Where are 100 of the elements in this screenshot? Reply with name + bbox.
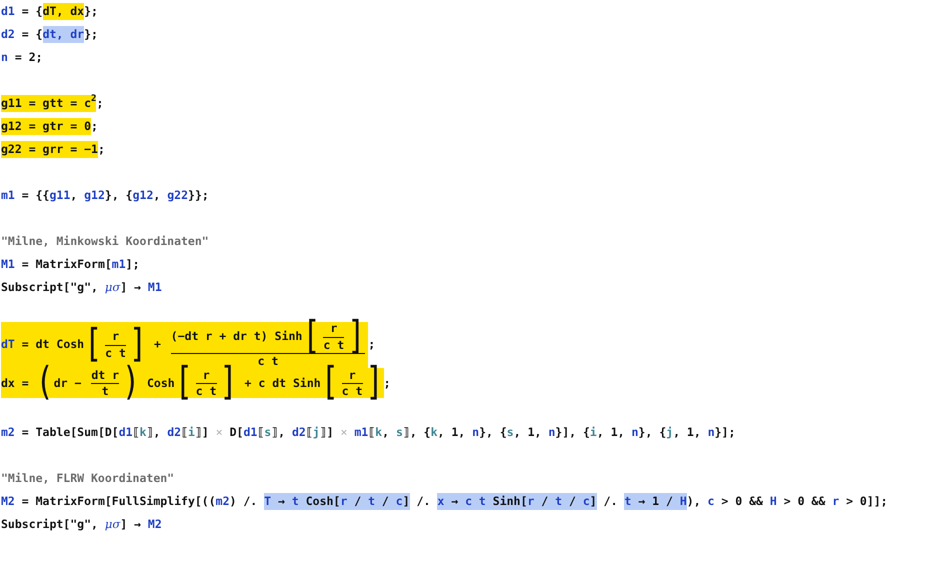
code-token: j [312, 424, 320, 442]
code-token: ) /. [230, 493, 258, 510]
code-token: = { [20, 26, 43, 43]
code-token: M2 [148, 516, 162, 534]
code-token: Cosh [146, 374, 175, 392]
code-token: d2 [167, 424, 182, 442]
code-token: r [832, 493, 840, 510]
code-token: = 2; [14, 48, 43, 66]
code-token: t [555, 493, 562, 510]
code-token: ⟧] [194, 424, 210, 442]
code-token: }; [84, 26, 98, 43]
code-token: = dt Cosh [20, 336, 84, 354]
code-token: > 0]]; [845, 493, 888, 510]
code-token: ] [402, 493, 410, 510]
bracket: ] [128, 326, 148, 365]
code-token: × [216, 424, 223, 442]
code-token: H [770, 493, 777, 510]
code-token: c [708, 493, 714, 510]
code-token: ; [96, 94, 104, 112]
code-token: d2 [1, 26, 15, 43]
code-token: → [450, 493, 460, 510]
code-token: = Table[Sum[D[ [20, 424, 119, 442]
code-token: c t [465, 493, 486, 510]
code-token: D[ [228, 424, 244, 442]
code-token: / [568, 493, 577, 510]
code-token: x [437, 493, 444, 510]
code-token: }; [84, 2, 98, 20]
code-token: c t [258, 355, 278, 368]
code-token: g12 [132, 186, 154, 204]
code-token: "Milne, FLRW Koordinaten" [1, 470, 174, 488]
code-token: / [540, 493, 550, 510]
code-token: r [527, 493, 534, 510]
code-token: + c dt Sinh [244, 374, 321, 392]
code-token: Sinh[ [492, 493, 528, 510]
code-token: m1 [353, 424, 368, 442]
code-token: H [680, 493, 687, 510]
bracket: [ [84, 326, 102, 365]
code-token: c t [342, 384, 363, 398]
code-token: k [430, 424, 438, 442]
code-token: c t [323, 338, 344, 352]
code-token: ⟧, [271, 424, 286, 442]
code-token: t [292, 493, 299, 510]
code-token: c t [105, 346, 126, 360]
code-token: k [140, 424, 146, 442]
code-token: c t [196, 384, 217, 398]
code-token: + [152, 336, 162, 354]
code-token: i [590, 424, 597, 442]
code-token: m1 [1, 186, 15, 204]
code-token: n [631, 424, 638, 442]
code-token: }, { [638, 424, 666, 442]
code-token: c [582, 493, 590, 510]
code-token: r [330, 322, 338, 336]
code-token: s [506, 424, 514, 442]
code-token: → 1 / [637, 493, 674, 510]
code-token: ; [98, 140, 105, 158]
code-token: μσ [104, 516, 120, 534]
code-token: s [264, 424, 272, 442]
code-token: / [380, 493, 390, 510]
code-token: i [188, 424, 195, 442]
code-token: r [340, 493, 348, 510]
code-token: dt r [91, 368, 120, 382]
code-token: M2 [1, 493, 15, 510]
code-token: ; [384, 374, 391, 392]
code-token: /. [416, 493, 432, 510]
code-token: ⟦ [181, 424, 188, 442]
bracket: [ [320, 364, 339, 403]
code-token: ⟦ [257, 424, 264, 442]
code-token: s [396, 424, 403, 442]
code-token: = { [20, 2, 43, 20]
code-token: dr − [54, 374, 82, 392]
bracket: ( [36, 364, 54, 403]
bracket: ] [220, 364, 238, 403]
code-token: dT, dx [42, 2, 84, 20]
code-token: ), [686, 493, 702, 510]
code-token: m2 [216, 493, 230, 510]
code-token: }], { [555, 424, 590, 442]
code-token: g12 [84, 186, 105, 204]
code-token: Subscript["g", [1, 516, 99, 534]
code-token: g22 = grr = −1 [1, 140, 98, 158]
code-token: ]; [126, 256, 140, 273]
code-token: d1 [243, 424, 258, 442]
code-token: n [472, 424, 480, 442]
code-token: ⟦ [306, 424, 313, 442]
code-token: dt, dr [42, 26, 84, 43]
code-token: d2 [292, 424, 306, 442]
code-token: , [382, 424, 390, 442]
code-token: t [624, 493, 632, 510]
code-token: ⟦ [132, 424, 140, 442]
code-token: t [102, 384, 109, 398]
code-token: k [375, 424, 382, 442]
code-token: , [70, 186, 78, 204]
code-token: , 1, [438, 424, 466, 442]
code-token: }, { [479, 424, 507, 442]
bracket: ] [366, 364, 384, 403]
code-token: , 1, [596, 424, 626, 442]
code-token: T [264, 493, 272, 510]
code-token: /. [602, 493, 618, 510]
code-token: dx = [1, 374, 30, 392]
code-token: ; [368, 336, 376, 354]
code-token: t [368, 493, 375, 510]
